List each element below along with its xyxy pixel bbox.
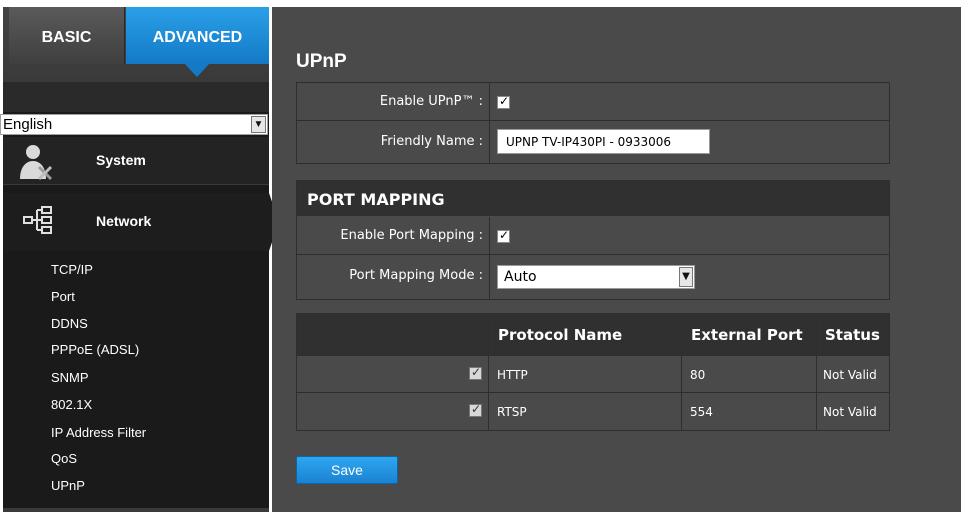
sidebar-item-qos[interactable]: QoS [51,451,77,466]
network-tree-icon [23,206,52,234]
table-header-select [297,314,489,355]
row-checkbox-rtsp[interactable] [469,402,482,417]
table-cell-protocol: RTSP [489,393,682,430]
divider [489,83,490,120]
sidebar-divider [3,508,269,512]
sidebar-item-snmp[interactable]: SNMP [51,370,89,385]
sidebar: BASIC ADVANCED English ▼ System Network … [0,7,279,512]
friendly-name-row: Friendly Name : UPNP TV-IP430PI - 093300… [297,121,889,164]
divider [489,255,490,299]
sidebar-category-label: System [96,152,146,168]
sidebar-category-network[interactable]: Network [3,193,279,251]
table-cell-protocol: HTTP [489,356,682,392]
friendly-name-input[interactable]: UPNP TV-IP430PI - 0933006 [497,129,710,154]
enable-upnp-checkbox[interactable] [497,94,510,109]
enable-port-mapping-label: Enable Port Mapping : [340,228,483,243]
upnp-settings-panel: Enable UPnP™ : Friendly Name : UPNP TV-I… [296,82,890,164]
port-mapping-mode-select[interactable]: Auto ▼ [497,265,695,289]
language-select[interactable]: English ▼ [0,114,268,135]
sidebar-category-system[interactable]: System [3,137,269,185]
row-checkbox-http[interactable] [469,365,482,380]
page-title: UPnP [296,51,347,72]
table-cell-status: Not Valid [823,368,877,382]
table-header-protocol: Protocol Name [489,314,682,355]
divider [489,121,490,164]
save-button[interactable]: Save [296,456,398,484]
tab-basic[interactable]: BASIC [9,7,125,64]
sidebar-item-ddns[interactable]: DDNS [51,316,88,331]
sidebar-item-8021x[interactable]: 802.1X [51,397,92,412]
table-row: RTSP 554 Not Valid [297,393,889,430]
divider [489,217,490,254]
port-mapping-mode-value: Auto [504,269,537,285]
enable-upnp-row: Enable UPnP™ : [297,83,889,121]
chevron-down-icon: ▼ [679,267,693,287]
port-mapping-header: PORT MAPPING [297,181,889,216]
table-header-external-port: External Port [682,314,817,355]
port-mapping-panel: PORT MAPPING Enable Port Mapping : Port … [296,180,890,300]
enable-port-mapping-row: Enable Port Mapping : [297,217,889,255]
table-header-status: Status [825,326,880,344]
table-cell-select [297,356,489,392]
port-mapping-table: Protocol Name External Port Status HTTP … [296,313,890,431]
main-content: UPnP Enable UPnP™ : Friendly Name : UPNP… [272,7,961,512]
language-area: English ▼ [0,82,269,135]
table-row: HTTP 80 Not Valid [297,356,889,393]
port-mapping-title: PORT MAPPING [307,190,445,209]
sidebar-item-pppoe[interactable]: PPPoE (ADSL) [51,342,139,357]
sidebar-item-upnp[interactable]: UPnP [51,478,85,493]
port-mapping-mode-row: Port Mapping Mode : Auto ▼ [297,255,889,299]
language-select-value: English [3,116,53,133]
friendly-name-label: Friendly Name : [380,134,483,149]
enable-upnp-label: Enable UPnP™ : [379,94,483,109]
table-header-row: Protocol Name External Port Status [297,314,889,356]
enable-port-mapping-checkbox[interactable] [497,228,510,243]
system-tools-icon [20,145,53,181]
sidebar-item-tcpip[interactable]: TCP/IP [51,262,93,277]
port-mapping-mode-label: Port Mapping Mode : [349,268,483,283]
table-cell-select [297,393,489,430]
table-cell-port: 80 [682,356,817,392]
chevron-down-icon: ▼ [251,116,266,133]
table-cell-status: Not Valid [823,405,877,419]
mode-tabs: BASIC ADVANCED [3,7,269,82]
sidebar-category-label: Network [96,213,152,229]
sidebar-item-port[interactable]: Port [51,289,75,304]
active-tab-pointer [184,63,210,77]
sidebar-item-ip-address-filter[interactable]: IP Address Filter [51,425,146,440]
table-cell-port: 554 [682,393,817,430]
tab-advanced[interactable]: ADVANCED [126,7,269,64]
